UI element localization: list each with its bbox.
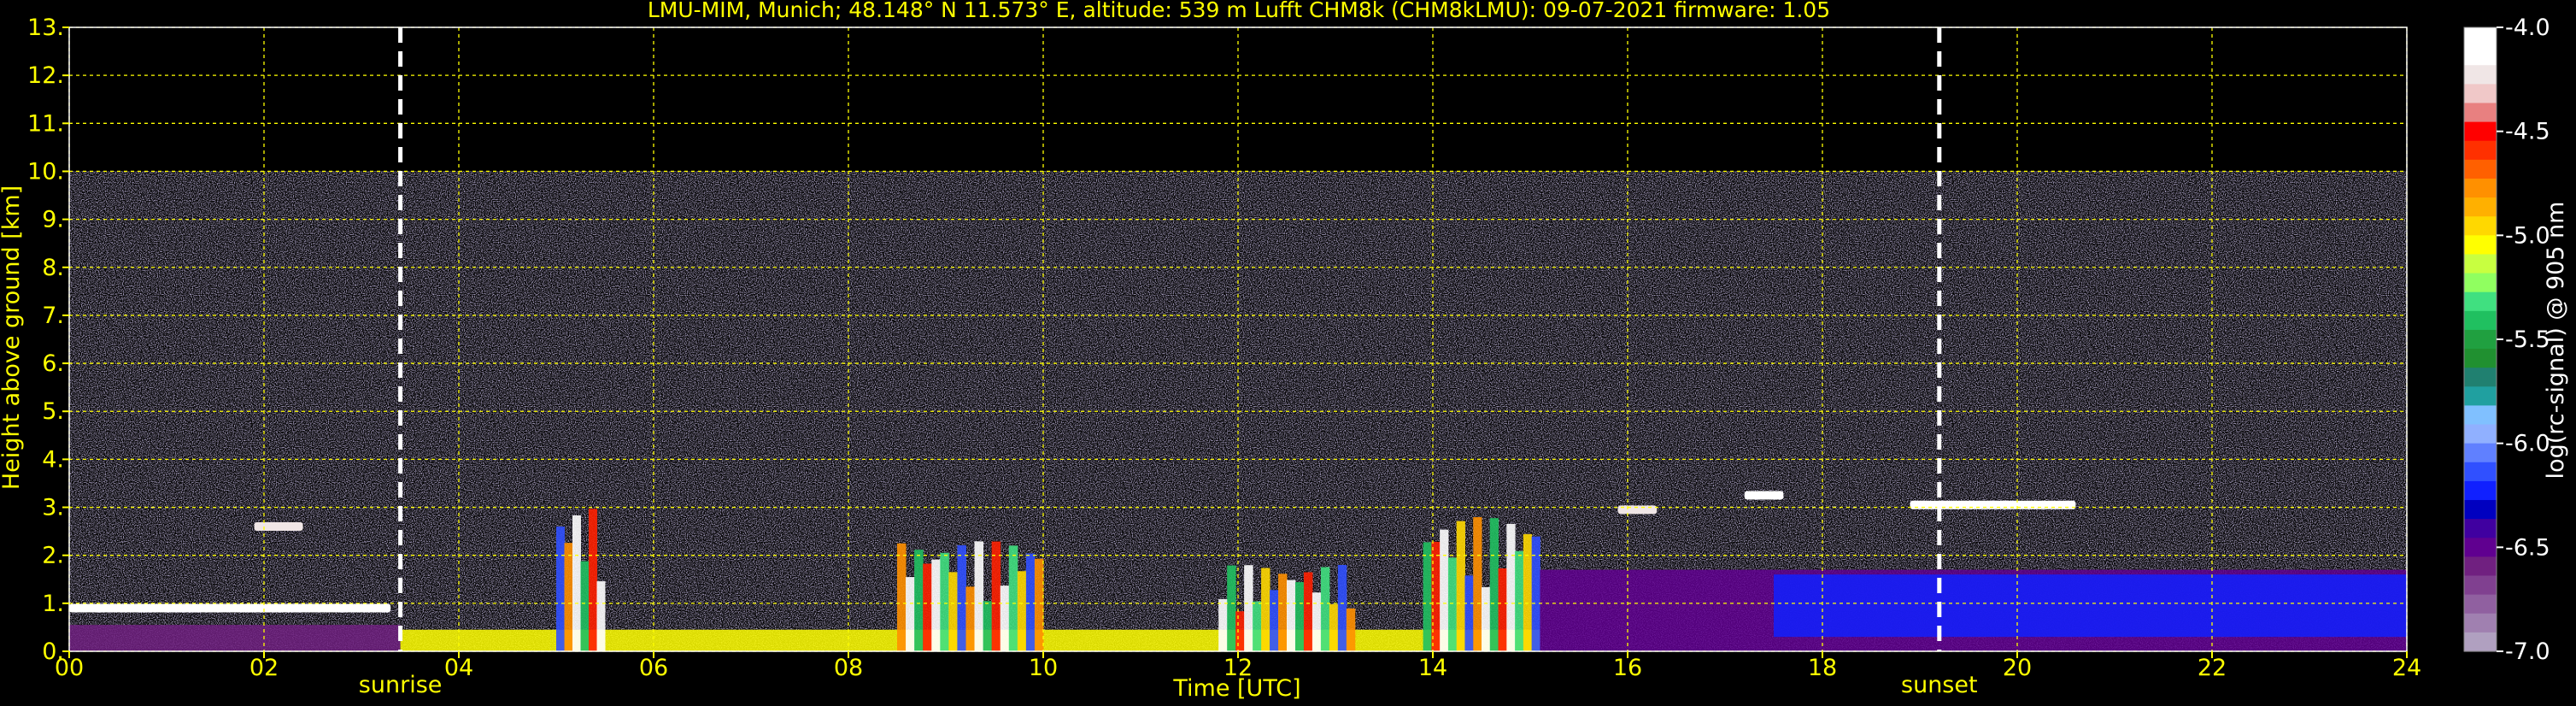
y-tick-label-5: 5.	[42, 398, 64, 425]
colorbar-swatch-24	[2464, 480, 2497, 501]
colorbar-swatch-23	[2464, 462, 2497, 482]
colorbar-swatch-21	[2464, 424, 2497, 444]
feature-cloud-10	[1910, 500, 2076, 509]
x-tick-label-4: 08	[834, 655, 863, 681]
colorbar-swatch-9	[2464, 197, 2497, 217]
y-tick-label-4: 4.	[42, 446, 64, 473]
colorbar-swatch-8	[2464, 178, 2497, 198]
x-tick-label-8: 16	[1613, 655, 1642, 681]
colorbar-tick-label-1: -4.5	[2505, 119, 2550, 145]
y-tick-label-8: 8.	[42, 255, 64, 281]
x-tick-label-11: 22	[2198, 655, 2227, 681]
colorbar-swatch-6	[2464, 140, 2497, 161]
feature-cloud-2	[254, 522, 303, 531]
x-tick-label-2: 04	[444, 655, 473, 681]
y-axis-label: Height above ground [km]	[0, 185, 25, 490]
y-tick-label-1: 1.	[42, 591, 64, 617]
feature-blue_aerosol_band-9	[1774, 574, 2407, 638]
y-tick-label-3: 3.	[42, 495, 64, 521]
feature-boundary_layer_top-1	[69, 603, 391, 613]
colorbar-swatch-32	[2464, 632, 2497, 652]
colorbar-swatch-3	[2464, 84, 2497, 104]
colorbar-swatch-27	[2464, 538, 2497, 557]
colorbar-tick-label-0: -4.0	[2505, 15, 2550, 41]
y-tick-label-0: 0.	[42, 638, 64, 665]
colorbar: -4.0-4.5-5.0-5.5-6.0-6.5-7.0	[2463, 15, 2550, 665]
x-tick-label-1: 02	[249, 655, 279, 681]
colorbar-swatch-17	[2464, 349, 2497, 368]
y-tick-label-12: 12.	[27, 62, 64, 89]
colorbar-swatch-4	[2464, 103, 2497, 123]
colorbar-swatch-0	[2464, 27, 2497, 47]
x-tick-label-7: 14	[1418, 655, 1447, 681]
colorbar-swatch-13	[2464, 273, 2497, 293]
x-tick-label-10: 20	[2003, 655, 2032, 681]
colorbar-swatch-5	[2464, 121, 2497, 142]
colorbar-swatch-15	[2464, 310, 2497, 331]
x-tick-label-9: 18	[1808, 655, 1837, 681]
colorbar-swatch-11	[2464, 235, 2497, 256]
x-tick-label-12: 24	[2392, 655, 2421, 681]
heatmap-data-layer	[69, 27, 2407, 651]
colorbar-label: log(rc-signal) @ 905 nm	[2543, 202, 2569, 479]
ceilometer-figure: sunrise sunset 00 02 04 06 08 10 12 14 16 18 20 22 24…	[0, 0, 2576, 706]
colorbar-swatch-31	[2464, 613, 2497, 633]
backscatter-heatmap-chart: sunrise sunset 00 02 04 06 08 10 12 14 16 18 20 22 24…	[0, 0, 2569, 702]
colorbar-swatch-19	[2464, 386, 2497, 407]
colorbar-swatch-20	[2464, 405, 2497, 426]
feature-cloud-11	[1744, 491, 1784, 500]
marker-label-sunset: sunset	[1901, 672, 1978, 698]
y-tick-label-10: 10.	[27, 158, 64, 185]
colorbar-swatch-16	[2464, 329, 2497, 350]
colorbar-swatch-7	[2464, 159, 2497, 179]
y-tick-label-13: 13.	[27, 15, 64, 41]
colorbar-swatch-12	[2464, 254, 2497, 274]
feature-cloud-12	[1617, 505, 1658, 515]
chart-title: LMU-MIM, Munich; 48.148° N 11.573° E, al…	[648, 0, 1830, 22]
y-tick-label-9: 9.	[42, 207, 64, 233]
colorbar-swatch-30	[2464, 594, 2497, 615]
x-axis-label: Time [UTC]	[1172, 675, 1300, 702]
colorbar-swatch-14	[2464, 291, 2497, 312]
x-tick-label-5: 10	[1029, 655, 1058, 681]
colorbar-swatch-22	[2464, 443, 2497, 463]
colorbar-swatch-29	[2464, 575, 2497, 596]
colorbar-swatch-2	[2464, 65, 2497, 85]
colorbar-swatch-25	[2464, 500, 2497, 520]
colorbar-swatch-26	[2464, 519, 2497, 538]
colorbar-swatch-10	[2464, 216, 2497, 236]
colorbar-tick-label-6: -7.0	[2505, 638, 2550, 665]
y-tick-label-2: 2.	[42, 543, 64, 569]
colorbar-swatch-18	[2464, 368, 2497, 387]
marker-label-sunrise: sunrise	[359, 672, 443, 698]
y-tick-label-7: 7.	[42, 303, 64, 329]
x-tick-label-3: 06	[639, 655, 668, 681]
colorbar-tick-label-5: -6.5	[2505, 534, 2550, 561]
y-tick-label-6: 6.	[42, 350, 64, 377]
colorbar-swatch-28	[2464, 556, 2497, 577]
y-tick-label-11: 11.	[27, 110, 64, 137]
feature-surface_layer-0	[69, 625, 401, 651]
colorbar-swatch-1	[2464, 46, 2497, 66]
